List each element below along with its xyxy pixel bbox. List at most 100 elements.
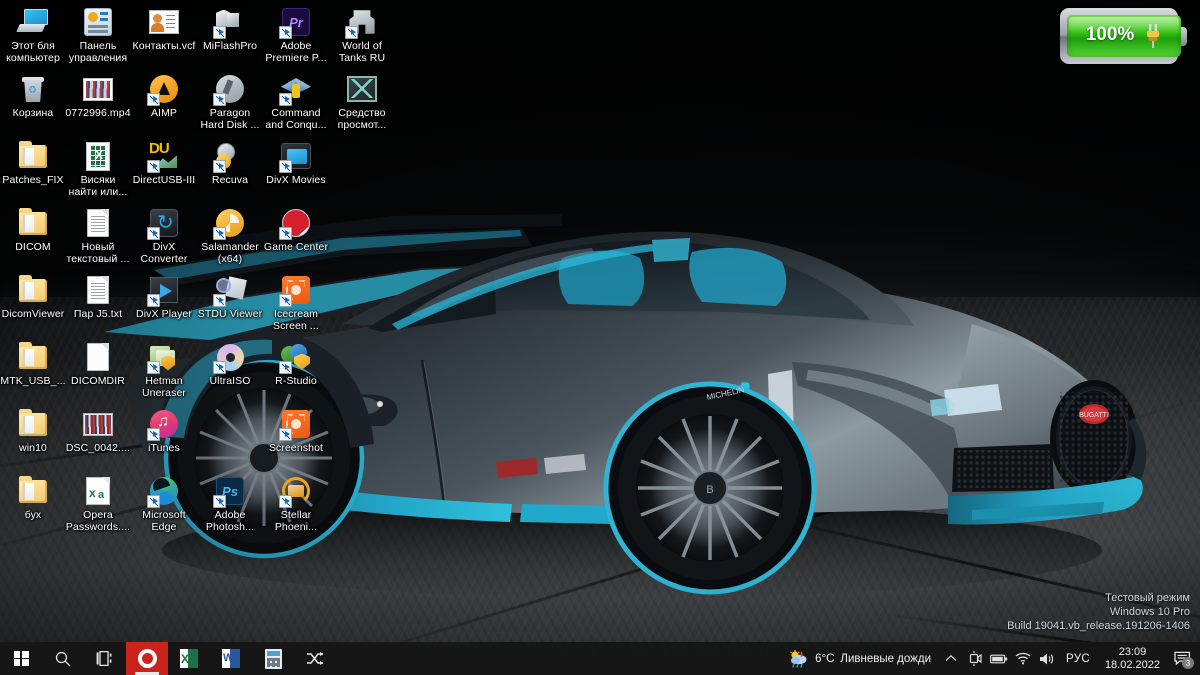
desktop-icon[interactable]: DICOM: [0, 207, 66, 254]
task-view-icon: [96, 651, 112, 666]
directusb-icon: DU: [147, 140, 180, 173]
windows-test-mode-watermark: Тестовый режим Windows 10 Pro Build 1904…: [1007, 591, 1190, 633]
watermark-line-1: Тестовый режим: [1105, 592, 1190, 604]
desktop-icon-label: Icecream Screen ...: [263, 308, 329, 332]
desktop-icon[interactable]: Icecream Screen ...: [263, 274, 329, 332]
battery-tray-button[interactable]: [987, 642, 1011, 675]
desktop-icon[interactable]: AIMP: [131, 73, 197, 120]
action-center-button[interactable]: 3: [1168, 642, 1196, 675]
start-button[interactable]: [0, 642, 42, 675]
paragon-hard-disk-icon: [213, 73, 246, 106]
desktop-icon[interactable]: Game Center: [263, 207, 329, 254]
watermark-line-3: Build 19041.vb_release.191206-1406: [1007, 620, 1190, 632]
shortcut-arrow-badge: [279, 160, 292, 173]
desktop-icon[interactable]: Пар J5.txt: [65, 274, 131, 321]
desktop-icon[interactable]: Paragon Hard Disk ...: [197, 73, 263, 131]
folder-icon: [17, 341, 49, 373]
desktop-icon[interactable]: DivXConverter: [131, 207, 197, 265]
desktop-icon-label-line2: Photosh...: [205, 520, 255, 533]
desktop[interactable]: BUGATTI: [0, 0, 1200, 675]
desktop-icon-grid[interactable]: Этот бля компьютер Панель управления Контакт…: [0, 0, 420, 620]
desktop-icon[interactable]: Patches_FIX: [0, 140, 66, 187]
contacts-vcf-icon: [148, 6, 180, 38]
camera-tray-button[interactable]: [963, 642, 987, 675]
language-indicator[interactable]: РУС: [1059, 653, 1097, 665]
desktop-icon[interactable]: Hetman Uneraser: [131, 341, 197, 399]
desktop-icon-label: Game Center: [263, 241, 329, 253]
desktop-icon-label-line2: Premiere P...: [265, 51, 327, 64]
desktop-icon[interactable]: win10: [0, 408, 66, 455]
weather-condition: Ливневые дожди: [840, 652, 931, 665]
desktop-icon[interactable]: Средство просмот...: [329, 73, 395, 131]
desktop-icon[interactable]: DivX Player: [131, 274, 197, 321]
desktop-icon[interactable]: World of Tanks RU: [329, 6, 395, 64]
shortcut-arrow-badge: [279, 361, 292, 374]
desktop-icon[interactable]: STDU Viewer: [197, 274, 263, 321]
desktop-icon[interactable]: ♻ Корзина: [0, 73, 66, 120]
desktop-icon[interactable]: бух: [0, 475, 66, 522]
opera-button[interactable]: [126, 642, 168, 675]
show-hidden-icons-button[interactable]: [939, 642, 963, 675]
desktop-icon[interactable]: DU DirectUSB-III: [131, 140, 197, 187]
desktop-icon[interactable]: 0772996.mp4: [65, 73, 131, 120]
shortcut-arrow-badge: [213, 294, 226, 307]
desktop-icon-label-line2: Converter: [140, 252, 188, 265]
desktop-icon[interactable]: Ps Adobe Photosh...: [197, 475, 263, 533]
desktop-icon[interactable]: iTunes: [131, 408, 197, 455]
task-view-button[interactable]: [84, 642, 126, 675]
word-button[interactable]: W: [210, 642, 252, 675]
desktop-icon[interactable]: DICOMDIR: [65, 341, 131, 388]
excel-button[interactable]: X: [168, 642, 210, 675]
battery-icon: [990, 654, 1008, 663]
desktop-icon[interactable]: UltraISO: [197, 341, 263, 388]
desktop-icon[interactable]: DivX Movies: [263, 140, 329, 187]
desktop-icon-label: Средство просмот...: [329, 107, 395, 131]
desktop-icon-label: Paragon Hard Disk ...: [197, 107, 263, 131]
desktop-icon-label: MTK_USB_...: [0, 375, 66, 387]
volume-tray-button[interactable]: [1035, 642, 1059, 675]
calculator-button[interactable]: [252, 642, 294, 675]
desktop-icon[interactable]: x a Opera Passwords....: [65, 475, 131, 533]
taskbar-buttons[interactable]: X W: [0, 642, 336, 675]
desktop-icon[interactable]: Новый текстовый ...: [65, 207, 131, 265]
shortcut-arrow-badge: [147, 227, 160, 240]
weather-widget[interactable]: 6°C Ливневые дожди: [785, 649, 939, 668]
desktop-icon[interactable]: Контакты.vcf: [131, 6, 197, 53]
ultraiso-icon: [213, 341, 246, 374]
control-panel-icon: [82, 6, 114, 38]
desktop-icon[interactable]: Salamander (x64): [197, 207, 263, 265]
desktop-icon[interactable]: Этот бля компьютер: [0, 6, 66, 64]
desktop-icon[interactable]: Висякинайти или...: [65, 140, 131, 198]
battery-gadget[interactable]: 100%: [1060, 8, 1188, 64]
itunes-icon: [147, 408, 180, 441]
desktop-icon[interactable]: DicomViewer: [0, 274, 66, 321]
desktop-icon[interactable]: MiFlashPro: [197, 6, 263, 53]
search-button[interactable]: [42, 642, 84, 675]
folder-icon: [17, 140, 49, 172]
taskbar-clock[interactable]: 23:09 18.02.2022: [1097, 646, 1168, 672]
divx-converter-icon: [147, 207, 180, 240]
taskbar[interactable]: X W 6°C Ливневые дожди РУС 23:09 18.02.2…: [0, 642, 1200, 675]
shuffle-button[interactable]: [294, 642, 336, 675]
network-tray-button[interactable]: [1011, 642, 1035, 675]
desktop-icon[interactable]: Microsoft Edge: [131, 475, 197, 533]
desktop-icon[interactable]: Command and Conqu...: [263, 73, 329, 131]
shortcut-arrow-badge: [279, 26, 292, 39]
shortcut-arrow-badge: [213, 93, 226, 106]
desktop-icon[interactable]: R-Studio: [263, 341, 329, 388]
desktop-icon-label: бух: [24, 509, 42, 521]
desktop-icon-label: DICOMDIR: [71, 375, 125, 387]
desktop-icon-label: DICOM: [15, 241, 51, 253]
desktop-icon[interactable]: MTK_USB_...: [0, 341, 66, 388]
desktop-icon[interactable]: Pr Adobe Premiere P...: [263, 6, 329, 64]
desktop-icon-label: win10: [19, 442, 47, 454]
desktop-icon[interactable]: DSC_0042....: [65, 408, 131, 455]
desktop-icon-label-line2: Screen ...: [273, 319, 319, 332]
desktop-icon[interactable]: Stellar Phoeni...: [263, 475, 329, 533]
desktop-icon[interactable]: Панель управления: [65, 6, 131, 64]
desktop-icon[interactable]: Screenshot: [263, 408, 329, 455]
shortcut-arrow-badge: [147, 428, 160, 441]
desktop-icon[interactable]: Recuva: [197, 140, 263, 187]
desktop-icon-label: Hetman Uneraser: [131, 375, 197, 399]
system-tray[interactable]: 6°C Ливневые дожди РУС 23:09 18.02.2022 …: [785, 642, 1200, 675]
